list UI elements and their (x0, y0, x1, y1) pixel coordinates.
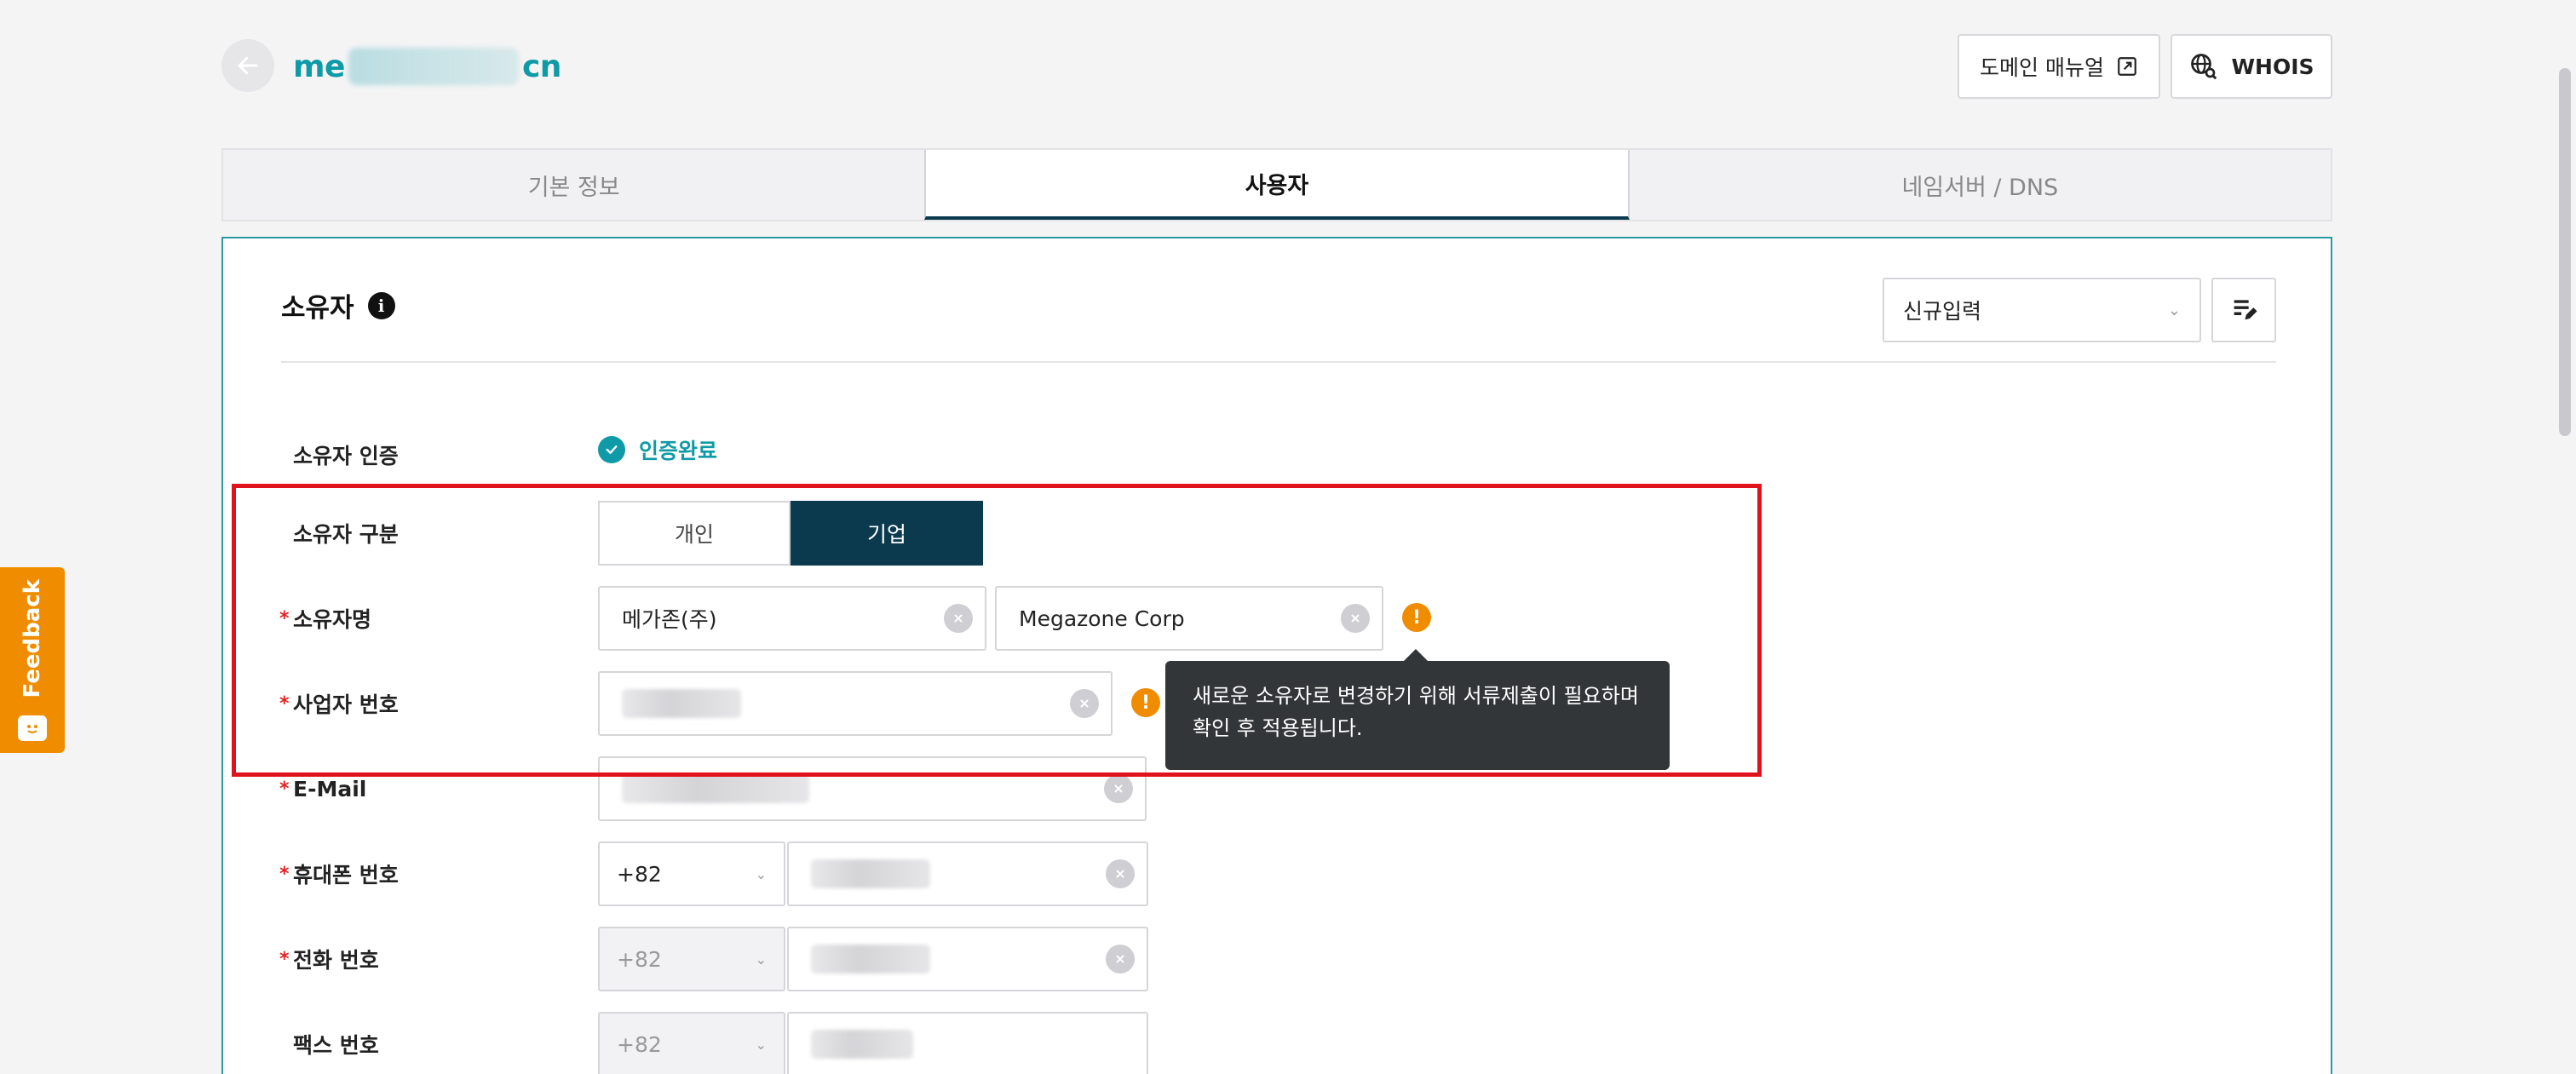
section-title-label: 소유자 (281, 293, 354, 324)
whois-button[interactable]: WHOIS (2171, 34, 2332, 99)
clear-icon[interactable] (944, 604, 973, 633)
owner-card: 소유자 i 신규입력 ⌄ 소유자 인증 인증완료 소유자 구분 개인 기업 * 소… (221, 237, 2332, 1074)
name-label: * 소유자명 (279, 607, 372, 632)
owner-name-en-input[interactable]: Megazone Corp (995, 586, 1383, 651)
domain-manual-label: 도메인 매뉴얼 (1980, 55, 2104, 80)
domain-redacted (348, 48, 519, 85)
type-individual-button[interactable]: 개인 (598, 501, 791, 566)
domain-title: me cn (293, 43, 561, 90)
domain-prefix: me (293, 49, 345, 84)
email-label: * E-Mail (279, 776, 367, 801)
clear-icon[interactable] (1070, 689, 1099, 718)
scrollbar-thumb[interactable] (2559, 68, 2571, 436)
section-divider (281, 361, 2276, 363)
type-company-button[interactable]: 기업 (791, 501, 983, 566)
tooltip-text: 새로운 소유자로 변경하기 위해 서류제출이 필요하며 확인 후 적용됩니다. (1193, 684, 1639, 740)
verify-label: 소유자 인증 (293, 444, 399, 468)
mobile-label: * 휴대폰 번호 (279, 863, 399, 887)
section-title: 소유자 i (281, 286, 395, 324)
fax-country-code-select[interactable]: +82 ⌄ (598, 1012, 785, 1074)
phone-country-code-select[interactable]: +82 ⌄ (598, 927, 785, 991)
clear-icon[interactable] (1104, 774, 1133, 803)
feedback-face-icon (18, 715, 47, 741)
chevron-down-icon: ⌄ (755, 865, 767, 882)
whois-label: WHOIS (2231, 54, 2314, 79)
tab-bar: 기본 정보 사용자 네임서버 / DNS (221, 148, 2332, 221)
domain-suffix: cn (521, 49, 561, 84)
owner-type-toggle: 개인 기업 (598, 501, 983, 566)
redacted-value (622, 689, 741, 718)
check-circle-icon (598, 436, 625, 463)
mobile-number-input[interactable] (787, 841, 1148, 906)
verify-status: 인증완료 (598, 434, 717, 465)
warning-tooltip: 새로운 소유자로 변경하기 위해 서류제출이 필요하며 확인 후 적용됩니다. (1165, 649, 1670, 770)
email-input[interactable] (598, 756, 1147, 821)
owner-select[interactable]: 신규입력 ⌄ (1883, 278, 2201, 342)
warning-icon[interactable]: ! (1402, 603, 1431, 632)
globe-search-icon (2191, 54, 2217, 80)
back-button[interactable] (221, 39, 274, 92)
clear-icon[interactable] (1106, 945, 1135, 973)
feedback-tab[interactable]: Feedback (0, 567, 65, 753)
fax-label: 팩스 번호 (293, 1033, 379, 1058)
tab-user[interactable]: 사용자 (924, 150, 1630, 220)
edit-note-button[interactable] (2211, 278, 2276, 342)
redacted-value (811, 1030, 913, 1059)
info-icon[interactable]: i (367, 291, 395, 319)
bizno-label: * 사업자 번호 (279, 692, 399, 717)
fax-number-input[interactable] (787, 1012, 1148, 1074)
edit-note-icon (2234, 300, 2257, 320)
redacted-value (811, 945, 930, 973)
chevron-down-icon: ⌄ (755, 1036, 767, 1053)
phone-label: * 전화 번호 (279, 948, 379, 973)
chevron-down-icon: ⌄ (2167, 301, 2181, 319)
owner-name-kr-input[interactable]: 메가존(주) (598, 586, 986, 651)
chevron-down-icon: ⌄ (755, 951, 767, 968)
verify-status-text: 인증완료 (639, 439, 718, 463)
arrow-left-icon (238, 56, 258, 75)
owner-select-value: 신규입력 (1903, 299, 1982, 324)
tab-nameserver-dns[interactable]: 네임서버 / DNS (1630, 150, 2331, 220)
clear-icon[interactable] (1341, 604, 1370, 633)
domain-manual-button[interactable]: 도메인 매뉴얼 (1958, 34, 2160, 99)
tab-basic-info[interactable]: 기본 정보 (223, 150, 924, 220)
redacted-value (811, 859, 930, 888)
feedback-label: Feedback (20, 579, 45, 698)
redacted-value (622, 774, 809, 803)
clear-icon[interactable] (1106, 859, 1135, 888)
type-label: 소유자 구분 (293, 522, 399, 547)
mobile-country-code-select[interactable]: +82 ⌄ (598, 841, 785, 906)
external-link-icon (2118, 57, 2136, 76)
warning-icon[interactable]: ! (1131, 688, 1160, 717)
phone-number-input[interactable] (787, 927, 1148, 991)
business-number-input[interactable] (598, 671, 1113, 736)
